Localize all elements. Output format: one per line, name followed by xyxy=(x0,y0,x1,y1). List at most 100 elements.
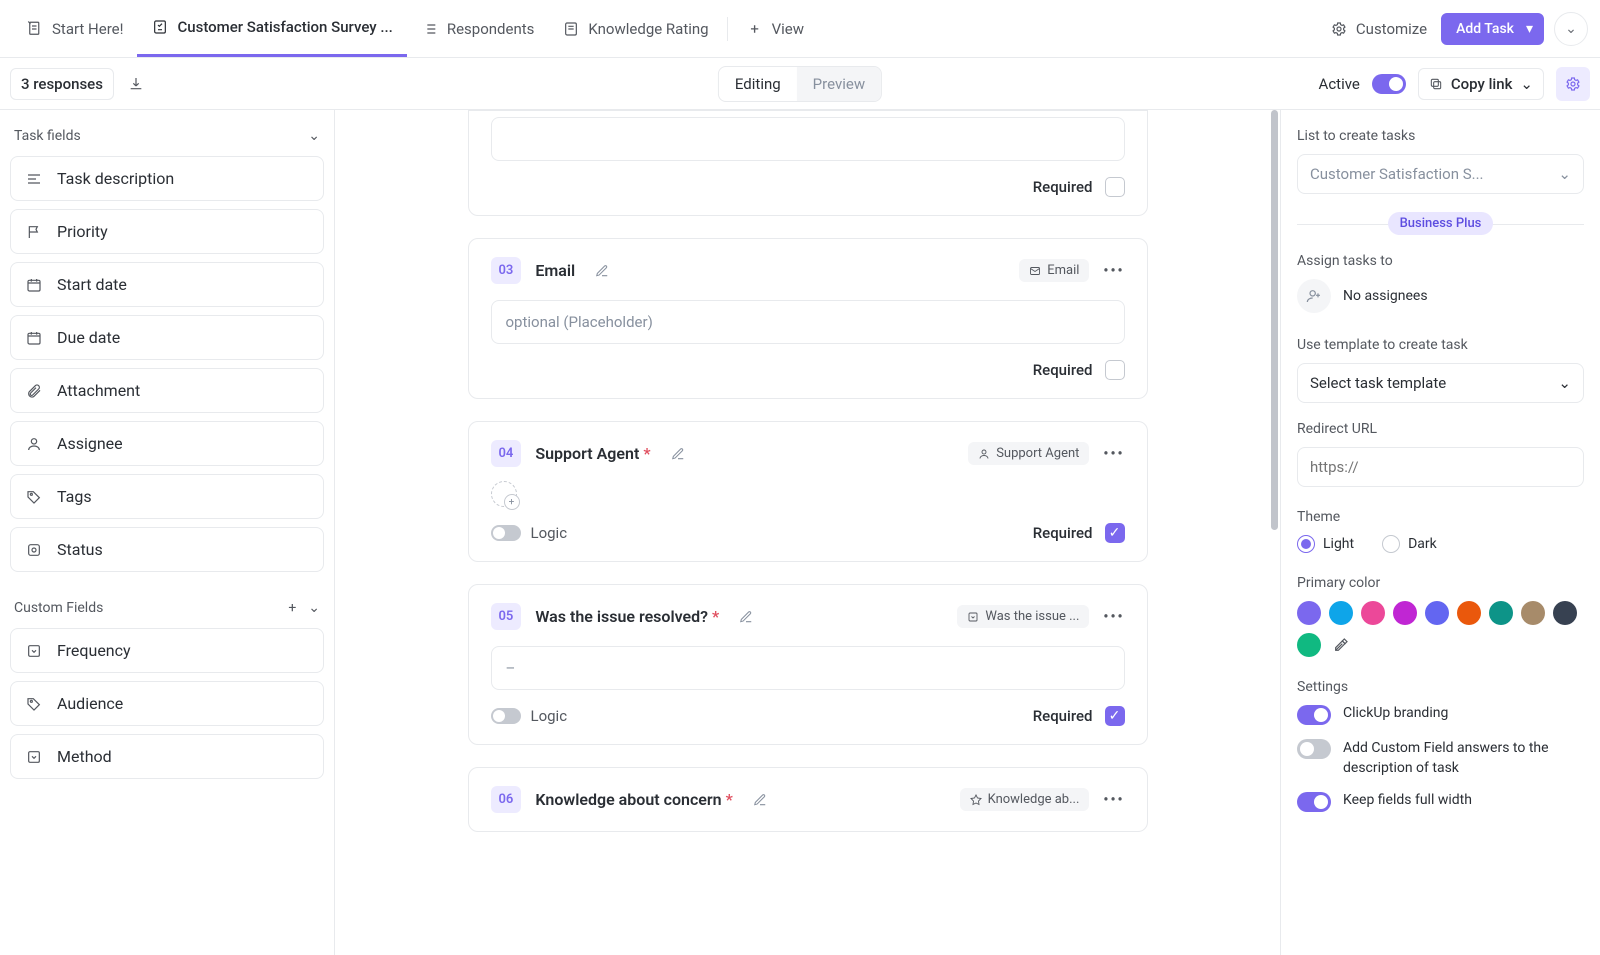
tab-start-here[interactable]: Start Here! xyxy=(12,0,137,57)
active-toggle[interactable] xyxy=(1372,74,1406,94)
add-custom-field-button[interactable]: + xyxy=(288,600,296,616)
email-icon xyxy=(1029,265,1041,277)
full-width-toggle[interactable] xyxy=(1297,792,1331,812)
logic-toggle[interactable] xyxy=(491,708,521,724)
field-option-tags[interactable]: Tags xyxy=(10,474,324,519)
form-field-card-support-agent[interactable]: 04 Support Agent* Support Agent ••• xyxy=(468,421,1148,562)
field-option-frequency[interactable]: Frequency xyxy=(10,628,324,673)
required-checkbox[interactable] xyxy=(1105,360,1125,380)
tab-respondents[interactable]: Respondents xyxy=(407,0,549,57)
edit-icon[interactable] xyxy=(595,264,609,278)
editing-tab[interactable]: Editing xyxy=(719,67,797,101)
tab-label: Respondents xyxy=(447,20,535,38)
more-options-button[interactable]: ••• xyxy=(1103,792,1124,808)
form-settings-panel: List to create tasks Customer Satisfacti… xyxy=(1280,110,1600,955)
form-field-card-resolved[interactable]: 05 Was the issue resolved?* Was the issu… xyxy=(468,584,1148,745)
required-label: Required xyxy=(1033,361,1093,379)
edit-icon[interactable] xyxy=(753,793,767,807)
form-field-card-email[interactable]: 03 Email Email ••• optional (Placeholder… xyxy=(468,238,1148,399)
custom-fields-header[interactable]: Custom Fields + ⌄ xyxy=(10,596,324,628)
field-option-label: Start date xyxy=(57,275,127,294)
field-title: Support Agent* xyxy=(535,444,650,463)
list-select-value: Customer Satisfaction S... xyxy=(1310,165,1483,183)
field-option-label: Attachment xyxy=(57,381,140,400)
required-checkbox[interactable]: ✓ xyxy=(1105,706,1125,726)
task-fields-header[interactable]: Task fields ⌄ xyxy=(10,124,324,156)
more-options-button[interactable]: ••• xyxy=(1103,263,1124,279)
align-left-icon xyxy=(25,170,43,188)
add-task-button[interactable]: Add Task ▾ xyxy=(1441,13,1544,45)
edit-icon[interactable] xyxy=(671,447,685,461)
fields-sidebar: Task fields ⌄ Task description Priority St… xyxy=(0,110,335,955)
color-swatch[interactable] xyxy=(1457,601,1481,625)
color-swatch[interactable] xyxy=(1297,633,1321,657)
color-swatch[interactable] xyxy=(1393,601,1417,625)
list-select[interactable]: Customer Satisfaction S... ⌄ xyxy=(1297,154,1584,194)
add-assignee-button[interactable] xyxy=(1297,279,1331,313)
dropdown-icon xyxy=(25,642,43,660)
edit-icon[interactable] xyxy=(739,610,753,624)
color-swatch[interactable] xyxy=(1297,601,1321,625)
settings-label: Settings xyxy=(1297,679,1584,695)
color-swatch[interactable] xyxy=(1329,601,1353,625)
tab-label: Customer Satisfaction Survey ... xyxy=(177,18,392,36)
field-option-assignee[interactable]: Assignee xyxy=(10,421,324,466)
more-menu-button[interactable]: ⌄ xyxy=(1554,12,1588,46)
field-option-audience[interactable]: Audience xyxy=(10,681,324,726)
placeholder-input[interactable]: – xyxy=(491,646,1125,690)
field-option-status[interactable]: Status xyxy=(10,527,324,572)
add-agent-button[interactable] xyxy=(491,481,517,507)
form-field-card-prev[interactable]: Required xyxy=(468,110,1148,216)
field-option-due-date[interactable]: Due date xyxy=(10,315,324,360)
responses-button[interactable]: 3 responses xyxy=(10,68,114,100)
more-options-button[interactable]: ••• xyxy=(1103,446,1124,462)
add-view-button[interactable]: + View xyxy=(732,0,818,57)
theme-light-option[interactable]: Light xyxy=(1297,535,1354,553)
dropdown-icon xyxy=(25,748,43,766)
template-select[interactable]: Select task template ⌄ xyxy=(1297,363,1584,403)
color-picker-icon[interactable] xyxy=(1329,633,1353,657)
more-options-button[interactable]: ••• xyxy=(1103,609,1124,625)
tab-label: View xyxy=(772,20,804,38)
color-swatch[interactable] xyxy=(1361,601,1385,625)
field-number: 06 xyxy=(491,786,522,813)
logic-toggle[interactable] xyxy=(491,525,521,541)
required-checkbox[interactable] xyxy=(1105,177,1125,197)
status-icon xyxy=(25,541,43,559)
placeholder-input[interactable]: optional (Placeholder) xyxy=(491,300,1125,344)
required-checkbox[interactable]: ✓ xyxy=(1105,523,1125,543)
placeholder-input[interactable] xyxy=(491,117,1125,161)
color-swatch[interactable] xyxy=(1521,601,1545,625)
theme-dark-option[interactable]: Dark xyxy=(1382,535,1437,553)
calendar-icon xyxy=(25,329,43,347)
tab-knowledge[interactable]: Knowledge Rating xyxy=(548,0,722,57)
field-option-label: Task description xyxy=(57,169,174,188)
required-label: Required xyxy=(1033,524,1093,542)
copy-link-button[interactable]: Copy link ⌄ xyxy=(1418,68,1544,100)
redirect-url-input[interactable] xyxy=(1297,447,1584,487)
calendar-icon xyxy=(25,276,43,294)
form-settings-button[interactable] xyxy=(1556,67,1590,101)
list-label: List to create tasks xyxy=(1297,128,1584,144)
color-swatch[interactable] xyxy=(1425,601,1449,625)
field-option-start-date[interactable]: Start date xyxy=(10,262,324,307)
template-label: Use template to create task xyxy=(1297,337,1584,353)
form-canvas: Required 03 Email Email ••• xyxy=(335,110,1280,955)
field-option-priority[interactable]: Priority xyxy=(10,209,324,254)
download-icon[interactable] xyxy=(124,72,148,96)
scrollbar[interactable] xyxy=(1271,110,1278,530)
customize-button[interactable]: Customize xyxy=(1326,20,1431,38)
field-option-attachment[interactable]: Attachment xyxy=(10,368,324,413)
add-cf-to-description-toggle[interactable] xyxy=(1297,739,1331,759)
color-swatch[interactable] xyxy=(1489,601,1513,625)
user-icon xyxy=(978,448,990,460)
dark-label: Dark xyxy=(1408,536,1437,552)
field-option-method[interactable]: Method xyxy=(10,734,324,779)
color-swatch[interactable] xyxy=(1553,601,1577,625)
form-field-card-knowledge[interactable]: 06 Knowledge about concern* Knowledge ab… xyxy=(468,767,1148,832)
preview-tab[interactable]: Preview xyxy=(797,67,881,101)
clickup-branding-toggle[interactable] xyxy=(1297,705,1331,725)
tab-survey[interactable]: Customer Satisfaction Survey ... xyxy=(137,0,406,57)
field-option-task-description[interactable]: Task description xyxy=(10,156,324,201)
field-type-badge: Knowledge ab... xyxy=(960,788,1090,811)
